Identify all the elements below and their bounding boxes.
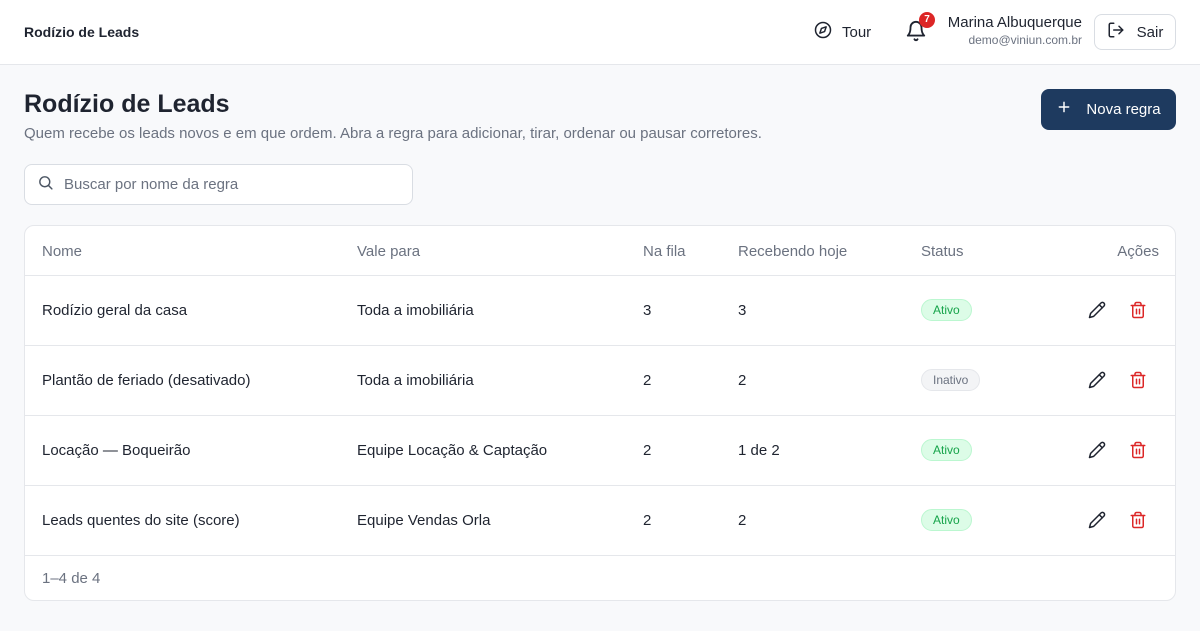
pencil-icon [1088, 441, 1106, 463]
delete-rule-button[interactable] [1129, 371, 1149, 391]
rules-table: Nome Vale para Na fila Recebendo hoje St… [24, 225, 1176, 601]
delete-rule-button[interactable] [1129, 301, 1149, 321]
trash-icon [1129, 371, 1147, 393]
table-row[interactable]: Leads quentes do site (score) Equipe Ven… [25, 486, 1175, 556]
rule-queue-count: 2 [643, 442, 652, 459]
status-badge-cell: Inativo [921, 369, 981, 391]
column-header-status: Status [921, 243, 964, 260]
status-badge: Ativo [921, 509, 972, 531]
new-rule-button[interactable]: Nova regra [1041, 89, 1176, 130]
delete-rule-button[interactable] [1129, 441, 1149, 461]
page-title: Rodízio de Leads [24, 90, 230, 118]
logout-button[interactable]: Sair [1094, 14, 1176, 50]
trash-icon [1129, 441, 1147, 463]
top-bar: Rodízio de Leads Tour 7 Marina Albuquerq… [0, 0, 1200, 65]
log-out-icon [1107, 21, 1125, 44]
table-header: Nome Vale para Na fila Recebendo hoje St… [25, 226, 1175, 276]
pagination-summary: 1–4 de 4 [42, 570, 101, 587]
rule-scope: Equipe Vendas Orla [357, 512, 491, 529]
status-badge: Ativo [921, 439, 972, 461]
rule-today-count: 2 [738, 372, 747, 389]
rule-today-count: 1 de 2 [738, 442, 780, 459]
search-icon [37, 174, 54, 196]
rule-today-count: 2 [738, 512, 747, 529]
rule-name: Rodízio geral da casa [42, 302, 188, 319]
rule-queue-count: 3 [643, 302, 652, 319]
pencil-icon [1088, 511, 1106, 533]
status-badge: Inativo [921, 369, 981, 391]
pencil-icon [1088, 301, 1106, 323]
notifications-button[interactable]: 7 [905, 12, 935, 46]
tour-label: Tour [842, 23, 872, 41]
compass-icon [814, 21, 832, 44]
column-header-queue: Na fila [643, 243, 686, 260]
delete-rule-button[interactable] [1129, 511, 1149, 531]
plus-icon [1056, 99, 1072, 120]
status-badge: Ativo [921, 299, 972, 321]
column-header-scope: Vale para [357, 243, 421, 260]
rule-scope: Toda a imobiliária [357, 302, 474, 319]
search-input[interactable] [64, 176, 394, 193]
search-box [24, 164, 413, 205]
edit-rule-button[interactable] [1088, 511, 1108, 531]
status-badge-cell: Ativo [921, 509, 972, 531]
column-header-actions: Ações [1117, 243, 1159, 260]
notification-count-badge: 7 [919, 12, 935, 28]
edit-rule-button[interactable] [1088, 371, 1108, 391]
user-info: Marina Albuquerque demo@viniun.com.br [948, 14, 1082, 49]
tour-button[interactable]: Tour [814, 18, 871, 46]
rule-name: Locação — Boqueirão [42, 442, 191, 459]
new-rule-label: Nova regra [1086, 101, 1161, 118]
trash-icon [1129, 301, 1147, 323]
table-row[interactable]: Locação — Boqueirão Equipe Locação & Cap… [25, 416, 1175, 486]
rule-queue-count: 2 [643, 372, 652, 389]
table-row[interactable]: Rodízio geral da casa Toda a imobiliária… [25, 276, 1175, 346]
edit-rule-button[interactable] [1088, 301, 1108, 321]
pencil-icon [1088, 371, 1106, 393]
page-subtitle: Quem recebe os leads novos e em que orde… [24, 125, 762, 142]
rule-name: Leads quentes do site (score) [42, 512, 240, 529]
edit-rule-button[interactable] [1088, 441, 1108, 461]
table-row[interactable]: Plantão de feriado (desativado) Toda a i… [25, 346, 1175, 416]
status-badge-cell: Ativo [921, 299, 972, 321]
column-header-today: Recebendo hoje [738, 243, 848, 260]
rule-scope: Toda a imobiliária [357, 372, 474, 389]
bell-icon [905, 21, 927, 46]
rule-scope: Equipe Locação & Captação [357, 442, 548, 459]
user-name: Marina Albuquerque [947, 14, 1082, 31]
user-email: demo@viniun.com.br [968, 33, 1082, 47]
trash-icon [1129, 511, 1147, 533]
column-header-name: Nome [42, 243, 83, 260]
status-badge-cell: Ativo [921, 439, 972, 461]
app-title: Rodízio de Leads [24, 24, 140, 40]
logout-label: Sair [1136, 23, 1164, 41]
rule-today-count: 3 [738, 302, 747, 319]
rule-queue-count: 2 [643, 512, 652, 529]
rule-name: Plantão de feriado (desativado) [42, 372, 251, 389]
